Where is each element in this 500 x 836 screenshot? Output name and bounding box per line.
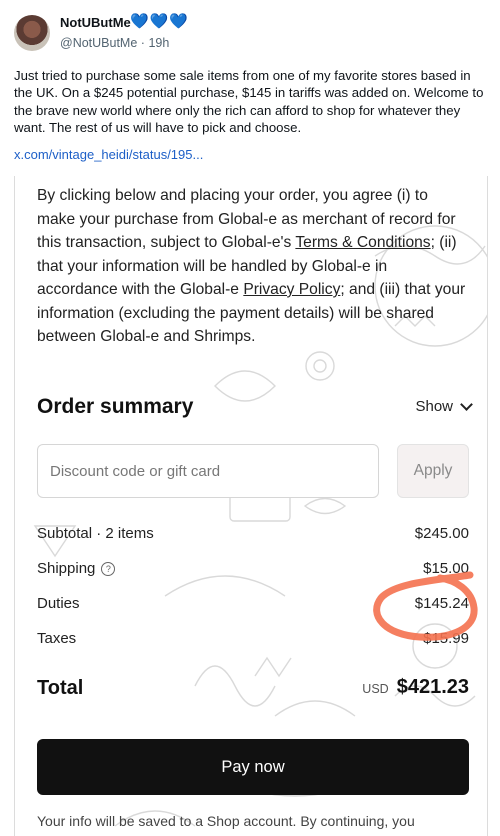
help-icon[interactable]: ? — [101, 561, 116, 576]
total-amount: USD $421.23 — [362, 676, 469, 699]
currency-code: USD — [362, 682, 389, 696]
subtotal-value: $245.00 — [414, 525, 469, 542]
author-name[interactable]: NotUButMe — [60, 15, 131, 30]
author-handle[interactable]: @NotUButMe — [60, 36, 137, 50]
total-value: $421.23 — [396, 676, 469, 698]
post-time[interactable]: 19h — [148, 36, 169, 50]
terms-conditions-link[interactable]: Terms & Conditions — [295, 234, 430, 251]
checkout-screenshot: By clicking below and placing your order… — [14, 176, 488, 836]
privacy-policy-link[interactable]: Privacy Policy — [243, 281, 340, 298]
summary-row-shipping: Shipping? $15.00 — [37, 560, 469, 577]
order-summary-title: Order summary — [37, 395, 194, 418]
summary-row-subtotal: Subtotal · 2 items $245.00 — [37, 525, 469, 542]
apply-button[interactable]: Apply — [397, 444, 469, 498]
shipping-value: $15.00 — [423, 560, 469, 577]
pay-now-button[interactable]: Pay now — [37, 739, 469, 795]
post-meta: @NotUButMe · 19h — [60, 36, 169, 50]
post: NotUButMe 💙 💙 💙 @NotUButMe · 19h Just tr… — [0, 0, 500, 170]
show-label: Show — [415, 398, 453, 415]
summary-row-duties: Duties $145.24 — [37, 595, 469, 612]
meta-separator: · — [140, 36, 145, 50]
total-label: Total — [37, 677, 84, 699]
avatar[interactable] — [14, 15, 50, 51]
blue-heart-icon: 💙 — [169, 13, 189, 30]
post-text: Just tried to purchase some sale items f… — [14, 68, 484, 136]
subtotal-label: Subtotal · 2 items — [37, 525, 154, 542]
legal-agreement-text: By clicking below and placing your order… — [37, 184, 467, 349]
duties-value: $145.24 — [414, 595, 469, 612]
name-emoji-hearts: 💙 💙 💙 — [130, 14, 188, 29]
show-summary-toggle[interactable]: Show — [415, 398, 473, 415]
shipping-label: Shipping — [37, 560, 96, 577]
blue-heart-icon: 💙 — [130, 13, 149, 30]
duties-label: Duties — [37, 595, 80, 612]
taxes-label: Taxes — [37, 630, 77, 647]
post-link[interactable]: x.com/vintage_heidi/status/195... — [14, 147, 203, 162]
summary-row-taxes: Taxes $15.99 — [37, 630, 469, 647]
blue-heart-icon: 💙 — [149, 13, 169, 30]
shop-account-note: Your info will be saved to a Shop accoun… — [37, 813, 415, 829]
taxes-value: $15.99 — [423, 630, 469, 647]
chevron-down-icon — [460, 398, 473, 411]
discount-code-input[interactable] — [37, 444, 379, 498]
